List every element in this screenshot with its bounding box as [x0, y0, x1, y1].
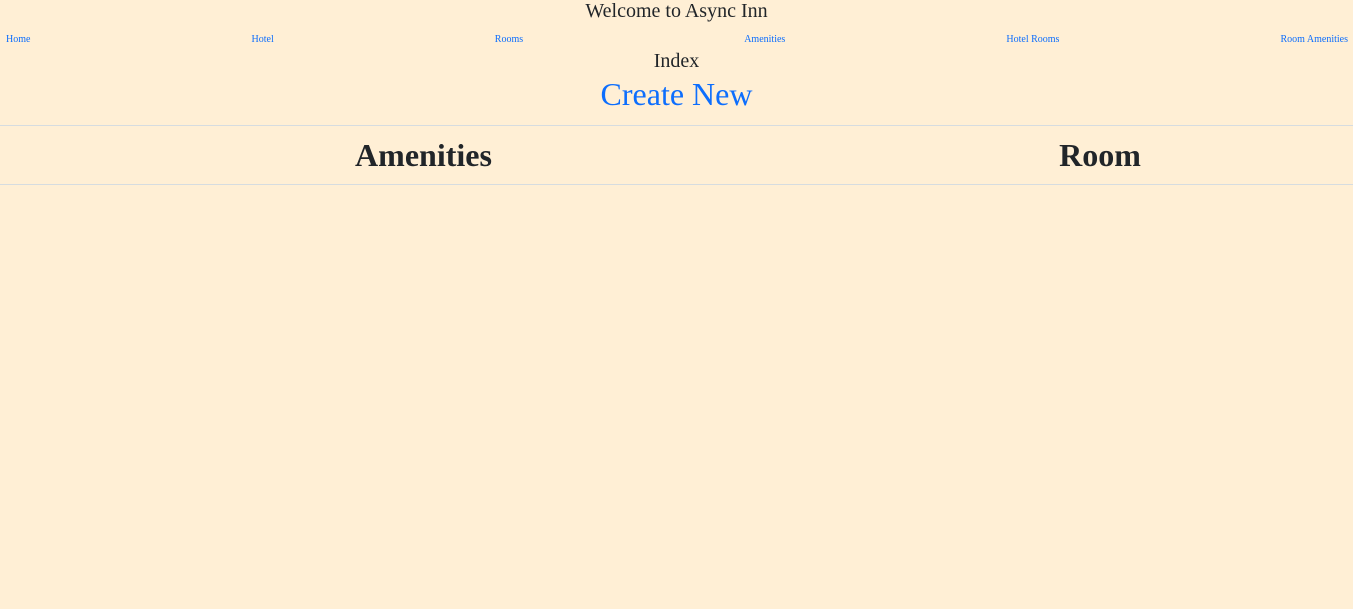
page-title: Index — [653, 50, 700, 72]
nav-link-amenities[interactable]: Amenities — [744, 33, 785, 49]
nav-link-hotel[interactable]: Hotel — [252, 33, 274, 49]
create-link-container: Create New — [0, 78, 1353, 111]
create-new-link[interactable]: Create New — [601, 76, 753, 112]
column-header-room: Room — [846, 125, 1353, 185]
site-title: Welcome to Async Inn — [585, 0, 768, 22]
nav-link-room-amenities[interactable]: Room Amenities — [1281, 33, 1349, 49]
data-table: Amenities Room — [0, 125, 1353, 185]
main-nav: Home Hotel Rooms Amenities Hotel Rooms R… — [0, 33, 1353, 49]
nav-link-home[interactable]: Home — [6, 33, 30, 49]
nav-link-rooms[interactable]: Rooms — [495, 33, 523, 49]
table-header-row: Amenities Room — [0, 125, 1353, 185]
nav-link-hotel-rooms[interactable]: Hotel Rooms — [1006, 33, 1059, 49]
column-header-amenities: Amenities — [0, 125, 847, 185]
table-header: Amenities Room — [0, 125, 1353, 185]
